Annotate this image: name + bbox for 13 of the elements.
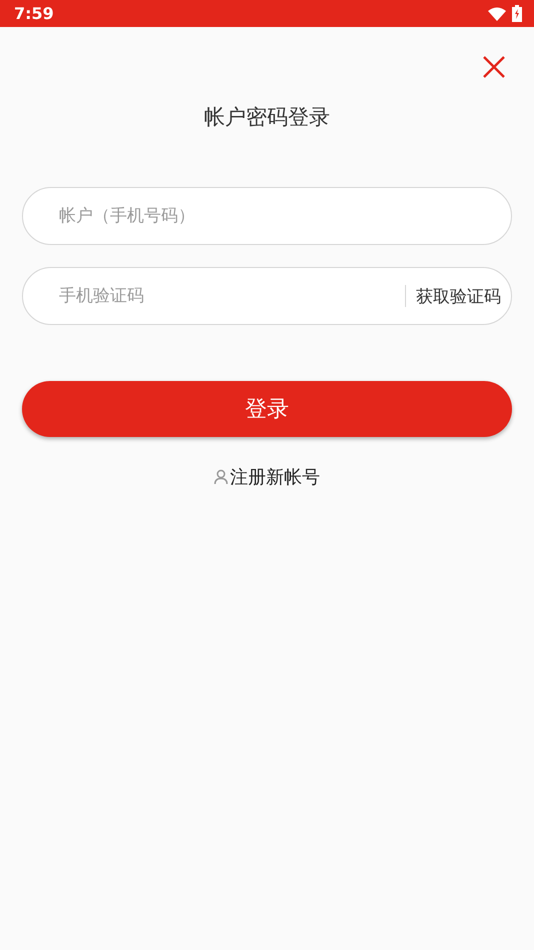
status-time: 7:59: [14, 4, 54, 23]
verification-code-field[interactable]: 手机验证码 获取验证码: [22, 267, 512, 325]
battery-icon: [512, 5, 522, 22]
account-field[interactable]: 帐户（手机号码）: [22, 187, 512, 245]
wifi-icon: [488, 6, 506, 20]
page-title: 帐户密码登录: [203, 104, 331, 131]
user-icon: [214, 469, 228, 485]
register-link[interactable]: 注册新帐号: [212, 463, 322, 491]
verification-code-input[interactable]: 手机验证码: [57, 280, 405, 312]
login-button[interactable]: 登录: [22, 381, 512, 437]
get-code-button[interactable]: 获取验证码: [416, 280, 501, 312]
account-input[interactable]: 帐户（手机号码）: [57, 200, 501, 232]
close-icon: [482, 55, 506, 79]
